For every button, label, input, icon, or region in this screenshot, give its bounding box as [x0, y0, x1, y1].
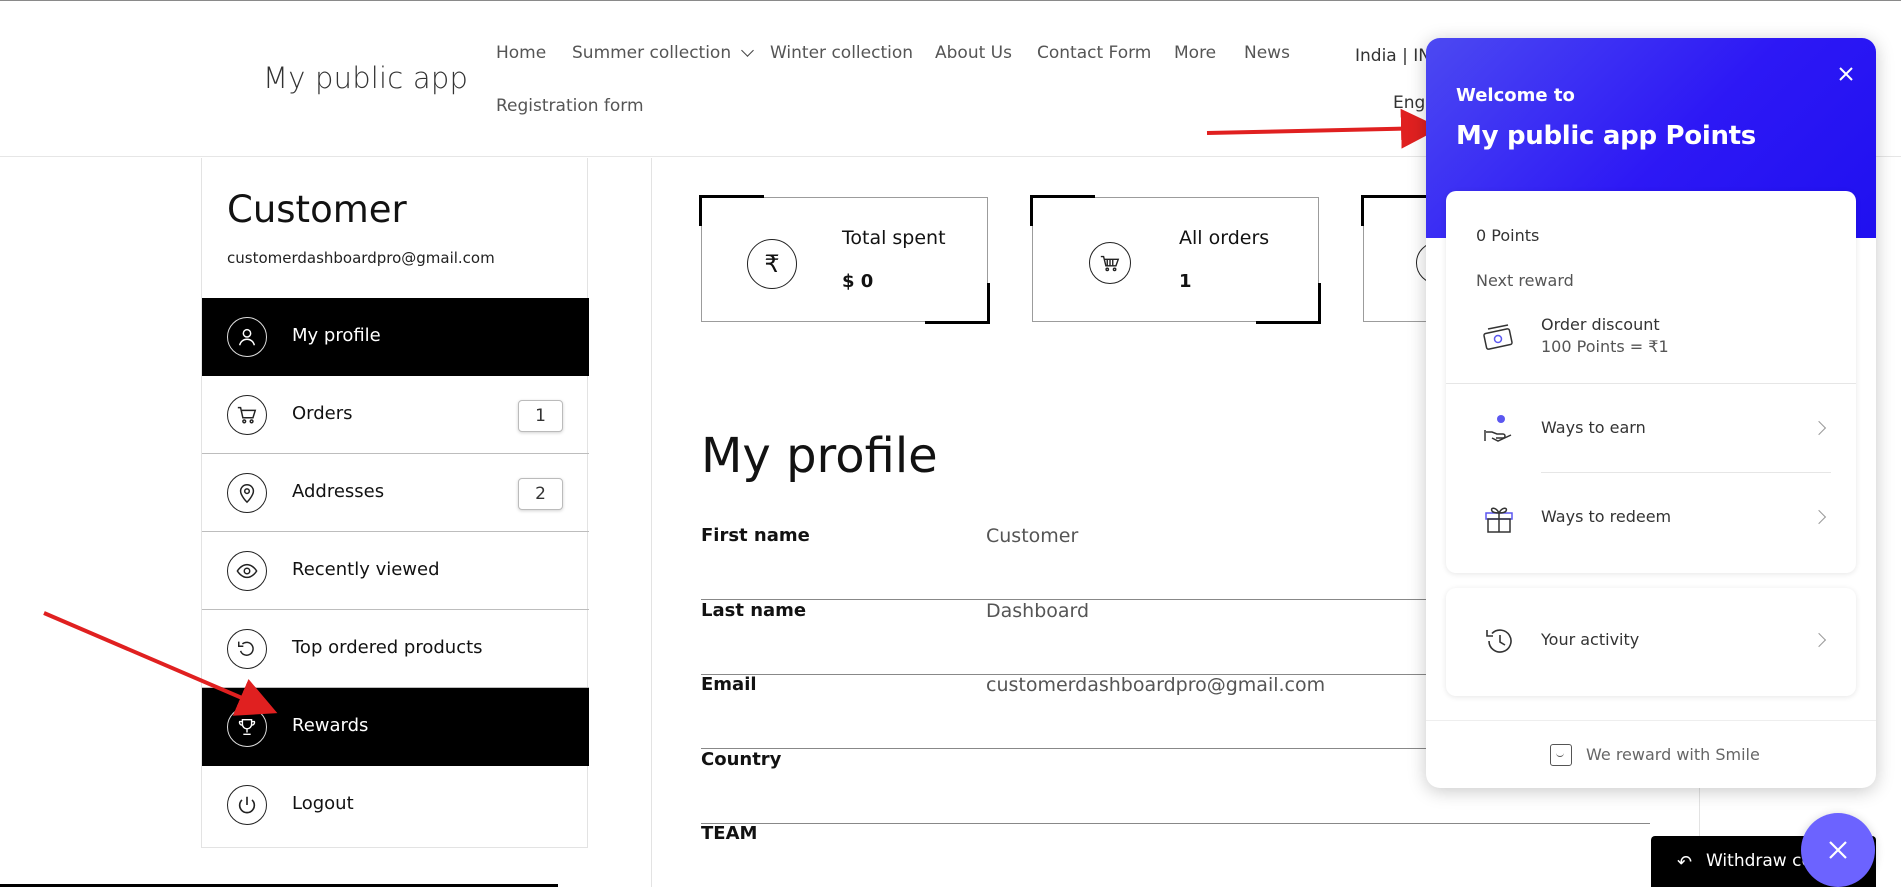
addresses-count-badge: 2 [518, 478, 563, 510]
history-icon [1482, 624, 1516, 658]
stat-label: Total spent [842, 227, 946, 249]
orders-count-badge: 1 [518, 400, 563, 432]
close-icon[interactable] [1836, 64, 1856, 84]
nav-contact-form[interactable]: Contact Form [1037, 43, 1151, 63]
customer-email: customerdashboardpro@gmail.com [227, 249, 495, 267]
page-title: My profile [701, 428, 938, 484]
nav-registration-form[interactable]: Registration form [496, 96, 644, 116]
nav-about-us[interactable]: About Us [935, 43, 1012, 63]
chevron-right-icon [1811, 509, 1827, 525]
nav-summer-collection-label: Summer collection [572, 43, 732, 63]
cart-icon [227, 395, 267, 435]
sidebar-item-label: Recently viewed [292, 559, 440, 580]
next-reward-label: Next reward [1476, 271, 1574, 290]
rewards-footer: We reward with Smile [1426, 720, 1876, 788]
withdraw-label: Withdraw co [1706, 851, 1812, 871]
language-selector[interactable]: Engl [1393, 93, 1430, 113]
refresh-icon [227, 629, 267, 669]
nav-more[interactable]: More [1174, 43, 1216, 63]
main-divider [651, 158, 652, 887]
rewards-card: 0 Points Next reward Order discount 100 … [1446, 191, 1856, 573]
rewards-launcher-close-button[interactable] [1801, 813, 1875, 887]
location-pin-icon [227, 473, 267, 513]
profile-value: Customer [986, 525, 1079, 547]
chevron-right-icon [1811, 632, 1827, 648]
nav-news[interactable]: News [1244, 43, 1290, 63]
sidebar-item-label: Orders [292, 403, 353, 424]
country-selector[interactable]: India | IN [1355, 46, 1431, 66]
sidebar-item-label: Logout [292, 793, 354, 814]
chevron-down-icon [741, 44, 754, 57]
hand-coin-icon [1482, 412, 1516, 446]
sidebar-item-orders[interactable]: Orders 1 [202, 376, 589, 454]
rewards-panel: Welcome to My public app Points 0 Points… [1426, 38, 1876, 788]
stat-label: All orders [1179, 227, 1270, 249]
rewards-title: My public app Points [1456, 121, 1756, 151]
account-sidebar: Customer customerdashboardpro@gmail.com … [201, 158, 589, 848]
nav-home[interactable]: Home [496, 43, 546, 63]
cart-icon [1089, 242, 1131, 284]
power-icon [227, 785, 267, 825]
stat-value: 1 [1179, 271, 1192, 292]
profile-value: Dashboard [986, 600, 1090, 622]
sidebar-item-label: My profile [292, 325, 381, 346]
customer-name: Customer [227, 188, 407, 231]
points-balance: 0 Points [1476, 226, 1540, 245]
sidebar-item-recently-viewed[interactable]: Recently viewed [202, 532, 589, 610]
profile-key: Country [701, 749, 782, 770]
user-icon [227, 317, 267, 357]
sidebar-item-rewards[interactable]: Rewards [202, 688, 589, 766]
ways-to-earn-row[interactable]: Ways to earn [1446, 384, 1856, 472]
profile-row-team: TEAM [701, 823, 1650, 887]
nav-winter-collection[interactable]: Winter collection [770, 43, 913, 63]
chevron-right-icon [1811, 420, 1827, 436]
stat-card-total-spent: ₹ Total spent $ 0 [699, 195, 990, 324]
sidebar-item-top-ordered-products[interactable]: Top ordered products [202, 610, 589, 688]
smile-logo-icon [1550, 744, 1572, 766]
next-reward-desc: 100 Points = ₹1 [1541, 337, 1669, 356]
profile-key: First name [701, 525, 810, 546]
money-icon [1482, 321, 1516, 355]
sidebar-item-my-profile[interactable]: My profile [202, 298, 589, 376]
rewards-welcome: Welcome to [1456, 85, 1575, 106]
sidebar-item-addresses[interactable]: Addresses 2 [202, 454, 589, 532]
stat-card-all-orders: All orders 1 [1030, 195, 1321, 324]
trophy-icon [227, 707, 267, 747]
next-reward-name: Order discount [1541, 315, 1660, 334]
your-activity-label: Your activity [1541, 630, 1640, 649]
sidebar-item-label: Top ordered products [292, 637, 483, 658]
eye-icon [227, 551, 267, 591]
sidebar-item-label: Rewards [292, 715, 369, 736]
activity-card[interactable]: Your activity [1446, 588, 1856, 696]
profile-key: Email [701, 674, 757, 695]
gift-icon [1482, 501, 1516, 535]
sidebar-item-logout[interactable]: Logout [202, 766, 589, 844]
profile-key: TEAM [701, 823, 758, 844]
profile-value: customerdashboardpro@gmail.com [986, 674, 1326, 696]
stat-value: $ 0 [842, 271, 874, 292]
sidebar-item-label: Addresses [292, 481, 385, 502]
ways-to-earn-label: Ways to earn [1541, 418, 1646, 437]
profile-key: Last name [701, 600, 807, 621]
brand-logo-text[interactable]: My public app [263, 61, 468, 95]
ways-to-redeem-row[interactable]: Ways to redeem [1446, 473, 1856, 561]
nav-summer-collection[interactable]: Summer collection [572, 43, 754, 63]
close-icon [1829, 841, 1847, 859]
rupee-icon: ₹ [747, 239, 797, 289]
undo-icon: ↶ [1677, 852, 1693, 873]
rewards-footer-text[interactable]: We reward with Smile [1586, 745, 1760, 764]
ways-to-redeem-label: Ways to redeem [1541, 507, 1672, 526]
